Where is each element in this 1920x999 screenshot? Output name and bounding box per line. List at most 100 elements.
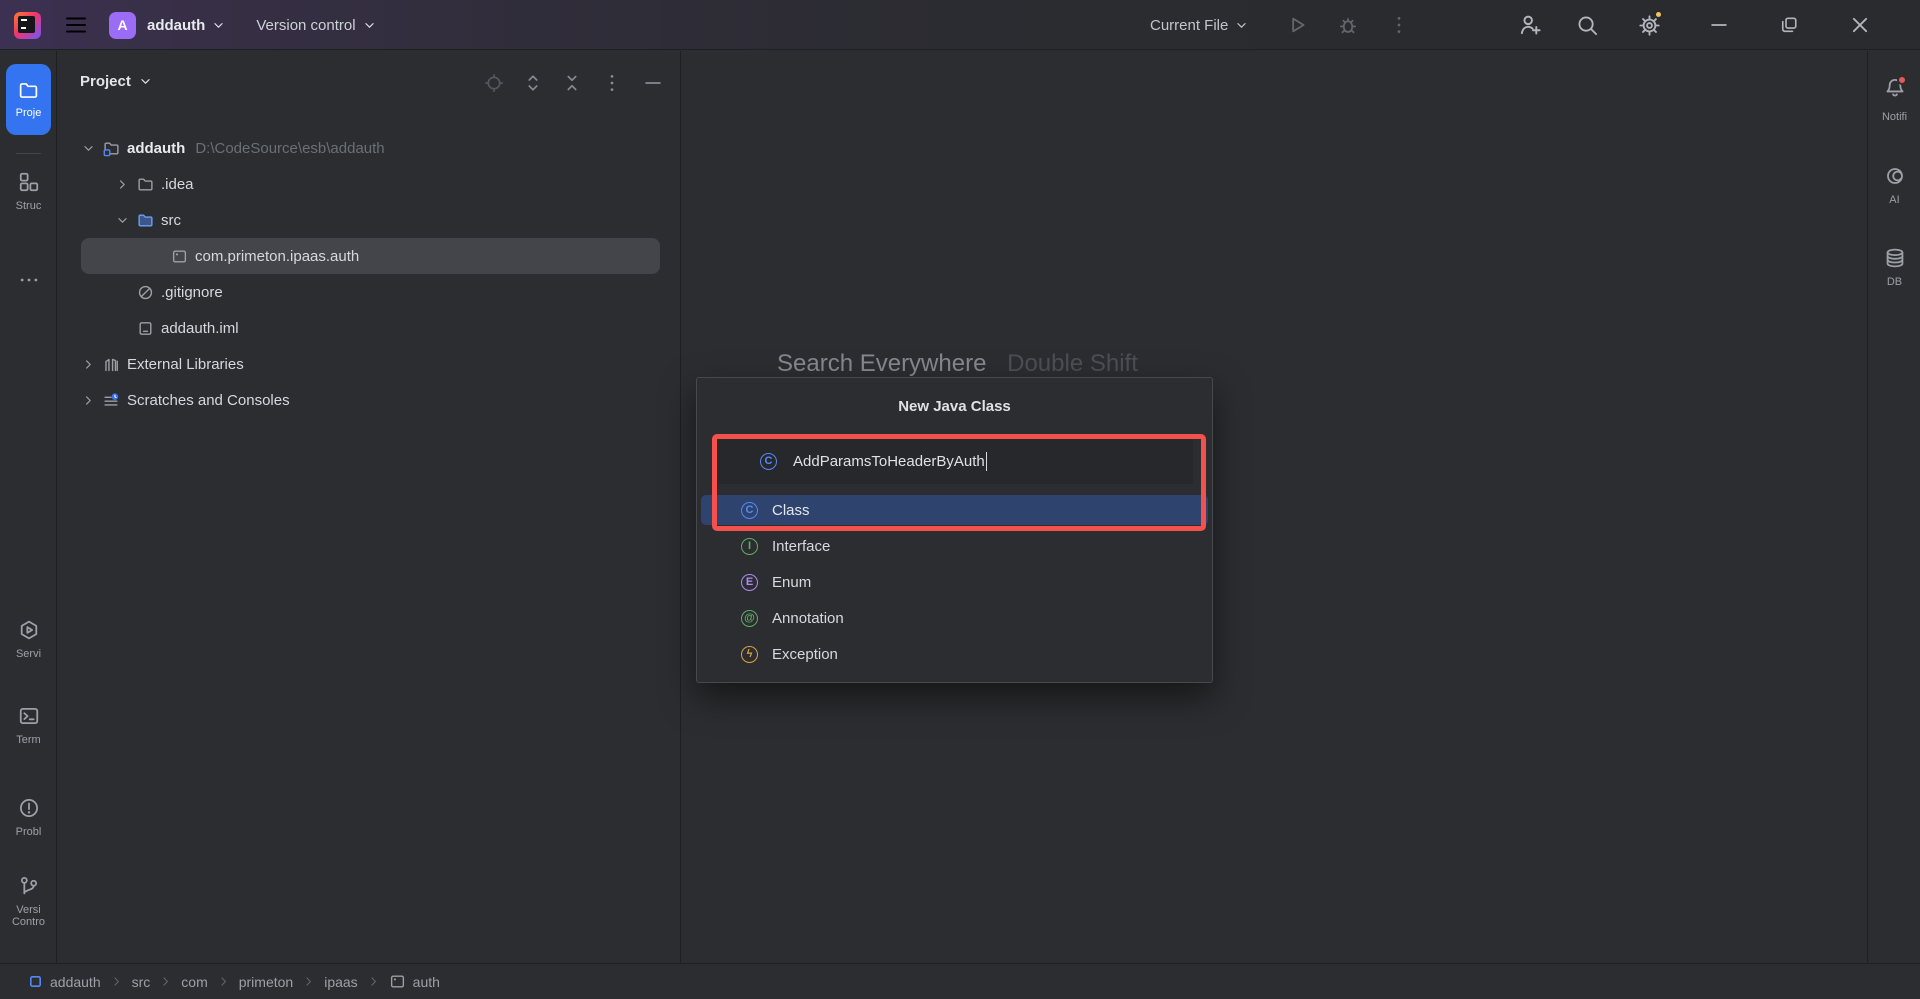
notifications-icon-wrap xyxy=(1884,77,1906,104)
chevron-down-icon[interactable] xyxy=(81,140,103,156)
kind-option-exception[interactable]: ϟException xyxy=(701,639,1208,669)
right-toolwindow-stripe: Notifi AI DB xyxy=(1867,51,1920,963)
minimize-window-icon[interactable] xyxy=(1707,13,1731,37)
stripe-item-label: DB xyxy=(1887,276,1902,288)
debug-icon[interactable] xyxy=(1336,13,1360,37)
project-toolwindow-header: Project xyxy=(58,51,680,113)
stripe-item-label: Versi Contro xyxy=(4,904,54,928)
project-toolwindow-actions xyxy=(484,72,664,94)
vcs-widget-button[interactable]: Version control xyxy=(226,17,376,34)
kind-option-interface[interactable]: IInterface xyxy=(701,531,1208,561)
stripe-item-label: Notifi xyxy=(1882,111,1907,123)
breadcrumb-label: ipaas xyxy=(324,974,357,990)
close-window-icon[interactable] xyxy=(1848,13,1872,37)
dialog-title: New Java Class xyxy=(697,398,1212,415)
code-with-me-icon[interactable] xyxy=(1518,13,1542,37)
kind-option-class[interactable]: CClass xyxy=(701,495,1208,525)
breadcrumb-item-primeton[interactable]: primeton xyxy=(239,974,293,990)
breadcrumb-separator-icon xyxy=(367,975,380,988)
toolwindow-stripe-item-project[interactable]: Proje xyxy=(6,64,51,135)
breadcrumb-item-auth[interactable]: auth xyxy=(389,973,440,990)
collapse-all-icon[interactable] xyxy=(562,73,582,93)
titlebar-right xyxy=(1896,0,1920,50)
annotation-icon: @ xyxy=(741,610,758,627)
expand-all-icon[interactable] xyxy=(523,73,543,93)
breadcrumb: addauth src com primeton ipaas auth xyxy=(28,973,440,990)
tree-row-addauth.iml[interactable]: addauth.iml xyxy=(81,310,660,346)
tree-row-.gitignore[interactable]: .gitignore xyxy=(81,274,660,310)
project-avatar: A xyxy=(109,12,136,39)
tree-row-External Libraries[interactable]: External Libraries xyxy=(81,346,660,382)
kind-option-label: Interface xyxy=(772,538,830,555)
library-icon xyxy=(103,356,127,372)
settings-notification-dot xyxy=(1654,10,1663,19)
toolwindow-stripe-item-services[interactable]: Servi xyxy=(0,619,57,660)
class-icon: C xyxy=(741,502,758,519)
new-java-class-dialog: New Java Class C AddParamsToHeaderByAuth… xyxy=(696,377,1213,683)
branch-icon xyxy=(18,875,40,897)
toolwindow-stripe-item-db[interactable]: DB xyxy=(1868,247,1920,288)
main-menu-icon[interactable] xyxy=(63,12,89,38)
project-widget-button[interactable]: addauth xyxy=(136,17,226,34)
tree-indent xyxy=(115,284,137,300)
hide-toolwindow-icon[interactable] xyxy=(642,72,664,94)
tree-row-.idea[interactable]: .idea xyxy=(81,166,660,202)
shortcut-hint-keys: Double Shift xyxy=(1007,350,1138,377)
class-name-input[interactable]: C AddParamsToHeaderByAuth xyxy=(718,439,1193,484)
toolwindow-stripe-item-version-control[interactable]: Versi Contro xyxy=(0,875,57,928)
tree-row-com.primeton.ipaas.auth[interactable]: com.primeton.ipaas.auth xyxy=(81,238,660,274)
breadcrumb-item-com[interactable]: com xyxy=(181,974,207,990)
toolwindow-options-icon[interactable] xyxy=(601,72,623,94)
package-icon xyxy=(171,248,195,264)
db-icon xyxy=(1884,247,1906,269)
chevron-right-icon[interactable] xyxy=(115,176,137,192)
tree-node-label: com.primeton.ipaas.auth xyxy=(195,248,359,265)
tree-node-label: Scratches and Consoles xyxy=(127,392,290,409)
toolwindow-stripe-item-ai[interactable]: AI xyxy=(1868,165,1920,206)
toolwindow-stripe-item-notifications[interactable]: Notifi xyxy=(1868,77,1920,123)
chevron-right-icon[interactable] xyxy=(81,356,103,372)
folder-icon xyxy=(137,176,161,192)
breadcrumb-item-ipaas[interactable]: ipaas xyxy=(324,974,357,990)
toolwindow-stripe-item-terminal[interactable]: Term xyxy=(0,705,57,746)
stripe-item-label: Probl xyxy=(16,826,42,838)
ide-window: A addauth Version control Current File xyxy=(0,0,1920,999)
class-name-value: AddParamsToHeaderByAuth xyxy=(793,453,985,470)
project-path-label: D:\CodeSource\esb\addauth xyxy=(195,140,384,157)
project-folder-icon xyxy=(103,140,127,156)
chevron-down-icon[interactable] xyxy=(115,212,137,228)
chevron-right-icon[interactable] xyxy=(81,392,103,408)
iml-file-icon xyxy=(137,320,161,336)
module-icon xyxy=(28,974,43,989)
tree-row-src[interactable]: src xyxy=(81,202,660,238)
project-toolwindow: Project addauthD:\CodeSource\esb\addauth… xyxy=(58,51,681,963)
stripe-item-label: AI xyxy=(1889,194,1899,206)
breadcrumb-item-addauth[interactable]: addauth xyxy=(28,974,101,990)
restore-window-icon[interactable] xyxy=(1777,13,1801,37)
tree-row-Scratches and Consoles[interactable]: Scratches and Consoles xyxy=(81,382,660,418)
settings-icon[interactable] xyxy=(1637,13,1661,37)
run-configuration-label: Current File xyxy=(1150,17,1228,34)
notification-dot xyxy=(1897,75,1907,85)
project-tree: addauthD:\CodeSource\esb\addauth .idea src… xyxy=(58,130,680,418)
kind-option-enum[interactable]: EEnum xyxy=(701,567,1208,597)
more-actions-icon[interactable] xyxy=(1387,13,1411,37)
toolwindow-stripe-item-problems[interactable]: Probl xyxy=(0,797,57,838)
class-icon: C xyxy=(760,453,777,470)
breadcrumb-label: src xyxy=(132,974,151,990)
run-configuration-selector[interactable]: Current File xyxy=(1150,0,1249,50)
intellij-logo-icon xyxy=(14,12,41,39)
toolwindow-stripe-item-structure[interactable]: Struc xyxy=(0,171,57,212)
chevron-down-icon xyxy=(138,74,153,89)
kind-option-annotation[interactable]: @Annotation xyxy=(701,603,1208,633)
run-icon[interactable] xyxy=(1285,13,1309,37)
tree-row-addauth[interactable]: addauthD:\CodeSource\esb\addauth xyxy=(81,130,660,166)
chevron-down-icon xyxy=(362,18,377,33)
text-cursor xyxy=(986,452,988,471)
toolwindow-stripe-item-more[interactable] xyxy=(0,269,57,291)
select-opened-file-icon[interactable] xyxy=(484,73,504,93)
breadcrumb-item-src[interactable]: src xyxy=(132,974,151,990)
tree-node-label: .idea xyxy=(161,176,194,193)
project-toolwindow-title-button[interactable]: Project xyxy=(80,73,153,90)
search-everywhere-icon[interactable] xyxy=(1575,13,1599,37)
